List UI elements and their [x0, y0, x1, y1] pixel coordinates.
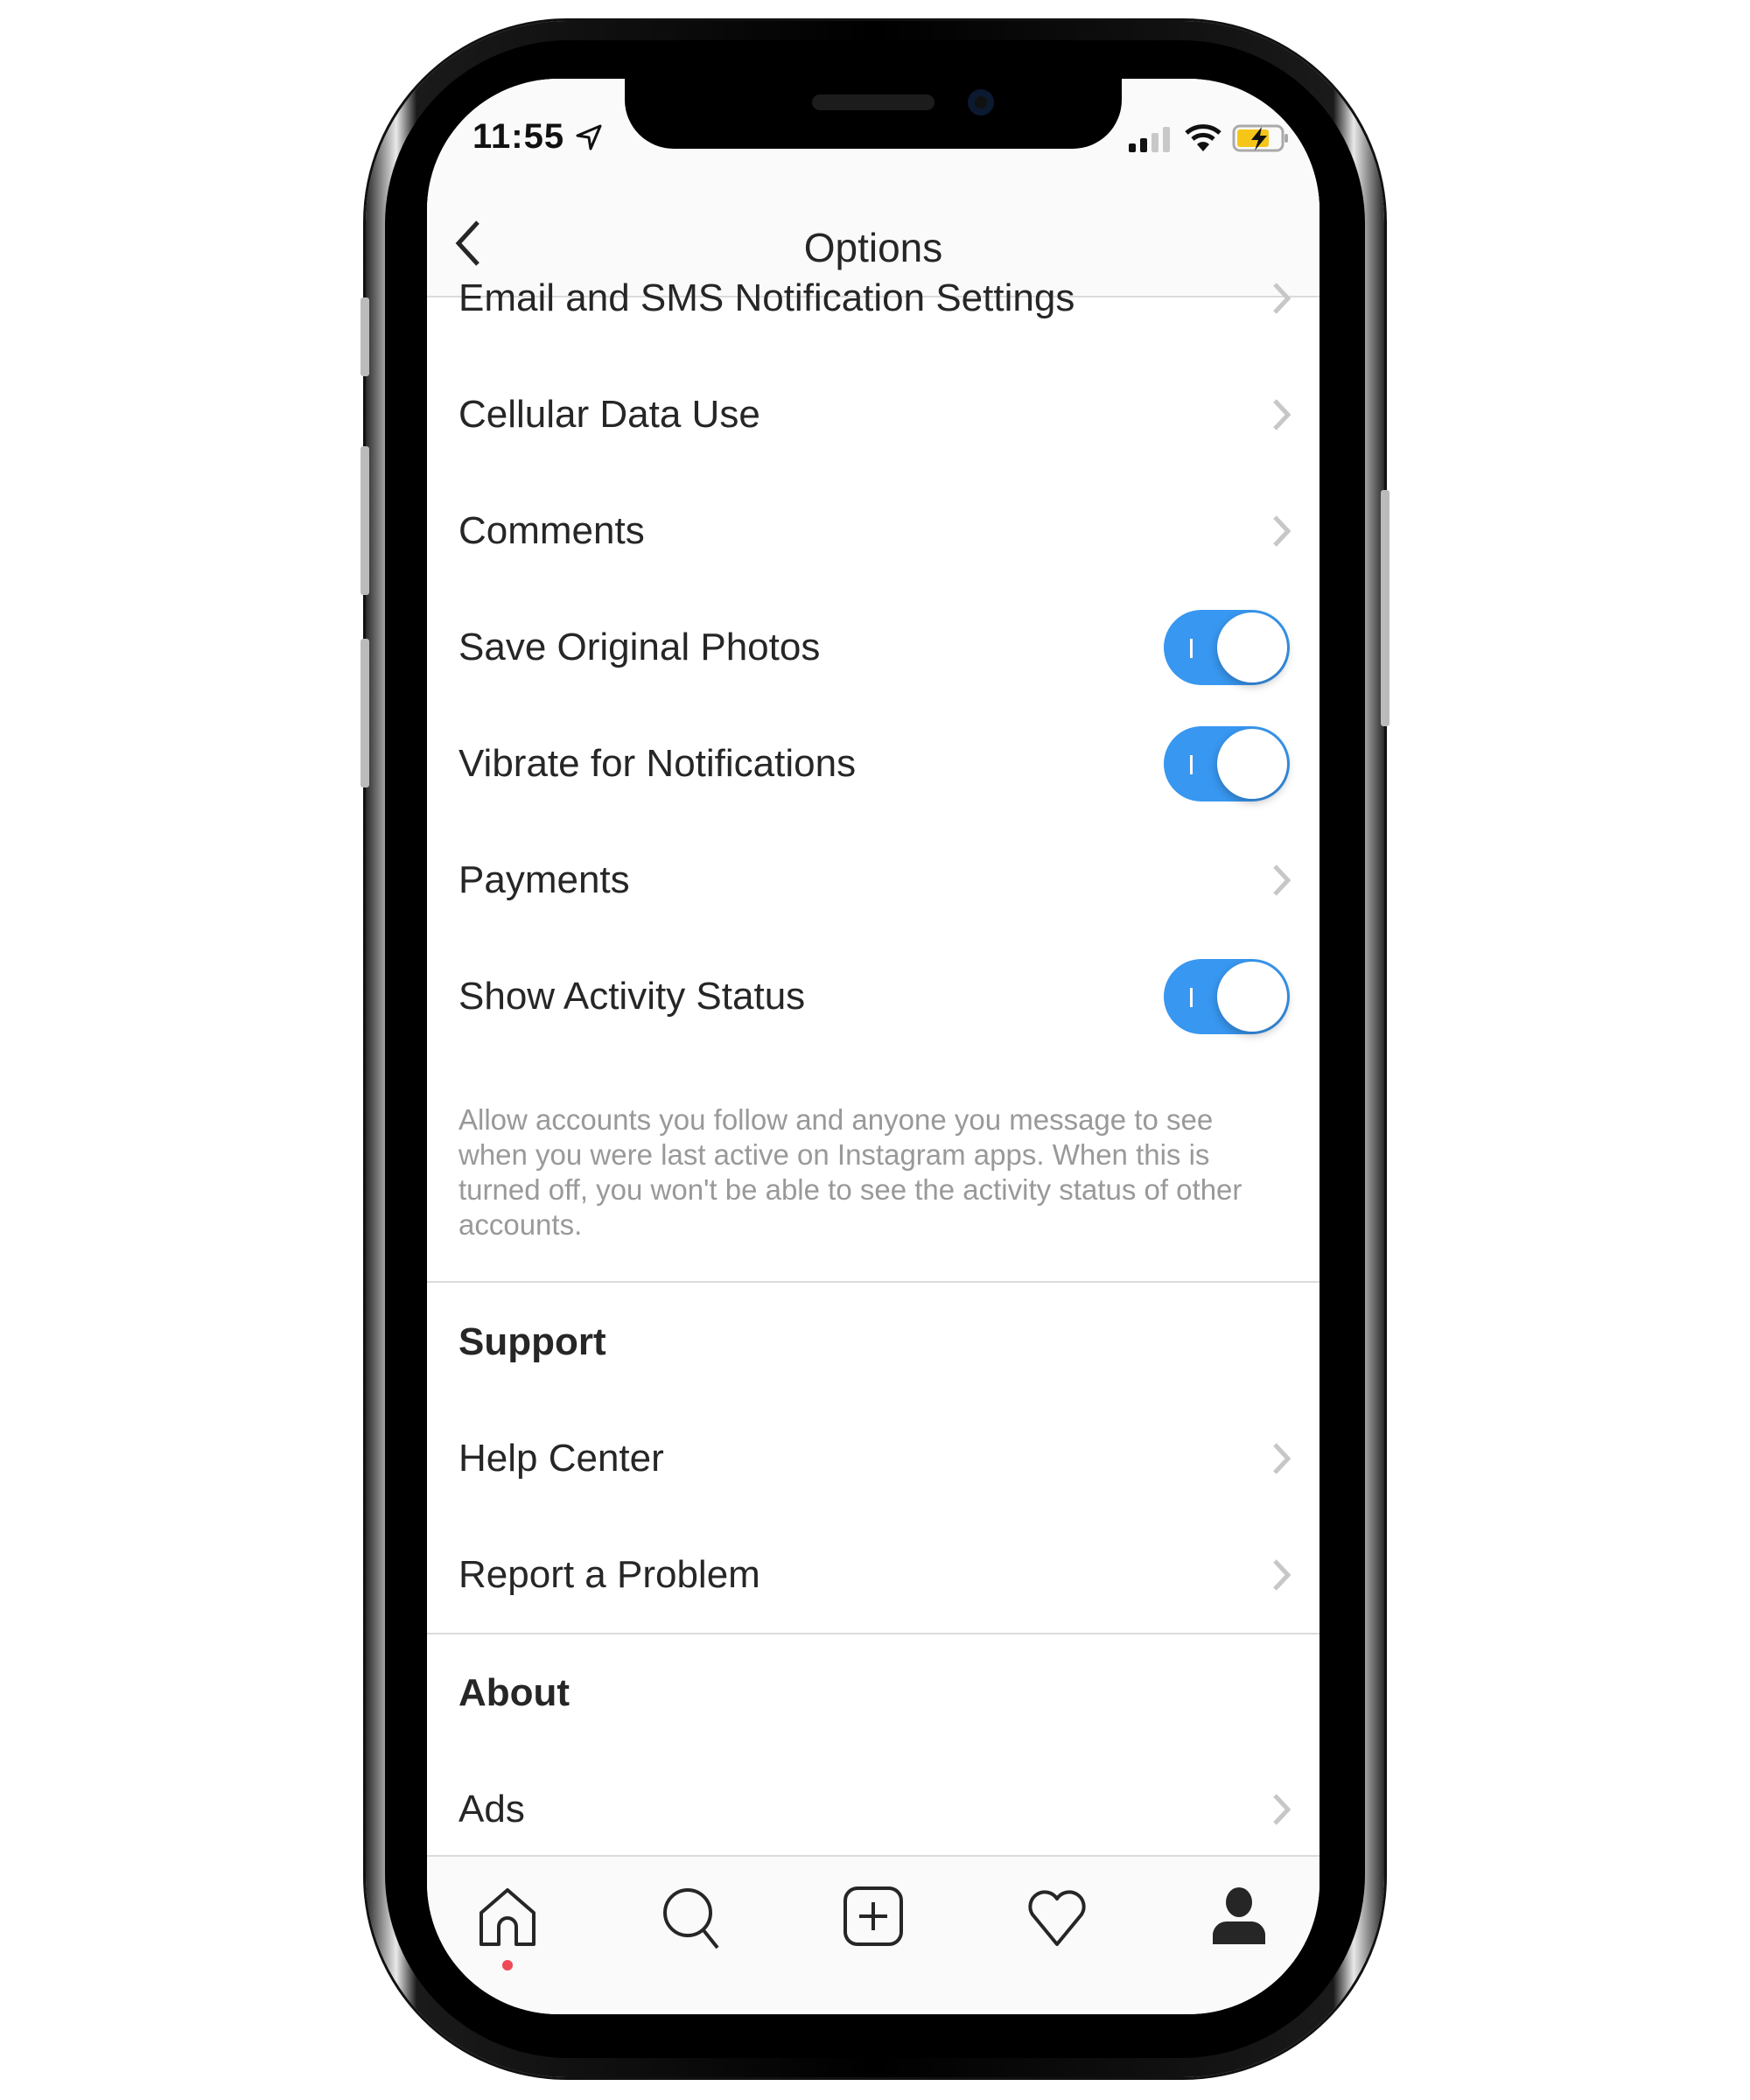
- volume-up-button: [360, 446, 369, 595]
- save-original-photos-toggle[interactable]: [1164, 609, 1290, 685]
- cellular-signal-icon: [1129, 127, 1170, 152]
- activity-status-description: Allow accounts you follow and anyone you…: [458, 1103, 1242, 1241]
- chevron-right-icon: [1273, 514, 1292, 547]
- setting-comments[interactable]: Comments: [427, 472, 1320, 589]
- activity-status-toggle[interactable]: [1164, 958, 1290, 1034]
- heart-icon[interactable]: [1022, 1883, 1092, 1953]
- screen: 11:55 Options Email and SMS Notification…: [427, 79, 1320, 2014]
- wifi-icon: [1185, 124, 1222, 151]
- support-header: Support: [458, 1320, 606, 1363]
- battery-charging-icon: [1232, 124, 1288, 152]
- location-arrow-icon: [576, 124, 602, 150]
- power-button: [1381, 490, 1390, 726]
- notification-dot: [502, 1960, 513, 1970]
- add-post-icon[interactable]: [838, 1883, 908, 1953]
- search-icon[interactable]: [656, 1883, 726, 1953]
- home-icon[interactable]: [472, 1883, 542, 1953]
- volume-down-button: [360, 639, 369, 788]
- profile-icon[interactable]: [1204, 1883, 1274, 1953]
- section-divider: [427, 1281, 1320, 1283]
- ads-item[interactable]: Ads: [427, 1751, 1320, 1867]
- setting-payments[interactable]: Payments: [427, 822, 1320, 938]
- chevron-right-icon: [1273, 398, 1292, 430]
- mute-switch: [360, 298, 369, 376]
- vibrate-toggle[interactable]: [1164, 725, 1290, 802]
- setting-cellular-data[interactable]: Cellular Data Use: [427, 356, 1320, 472]
- notch: [625, 79, 1122, 149]
- status-time: 11:55: [472, 117, 565, 156]
- setting-activity-status: Show Activity Status: [427, 938, 1320, 1054]
- chevron-right-icon: [1273, 282, 1292, 314]
- setting-email-sms[interactable]: Email and SMS Notification Settings: [427, 240, 1320, 356]
- chevron-right-icon: [1273, 1442, 1292, 1474]
- about-header: About: [458, 1670, 570, 1714]
- chevron-right-icon: [1273, 864, 1292, 896]
- setting-vibrate: Vibrate for Notifications: [427, 705, 1320, 822]
- chevron-right-icon: [1273, 1558, 1292, 1591]
- tab-bar: [427, 1855, 1320, 2014]
- setting-save-original-photos: Save Original Photos: [427, 589, 1320, 705]
- help-center-item[interactable]: Help Center: [427, 1400, 1320, 1516]
- chevron-right-icon: [1273, 1793, 1292, 1825]
- report-problem-item[interactable]: Report a Problem: [427, 1516, 1320, 1633]
